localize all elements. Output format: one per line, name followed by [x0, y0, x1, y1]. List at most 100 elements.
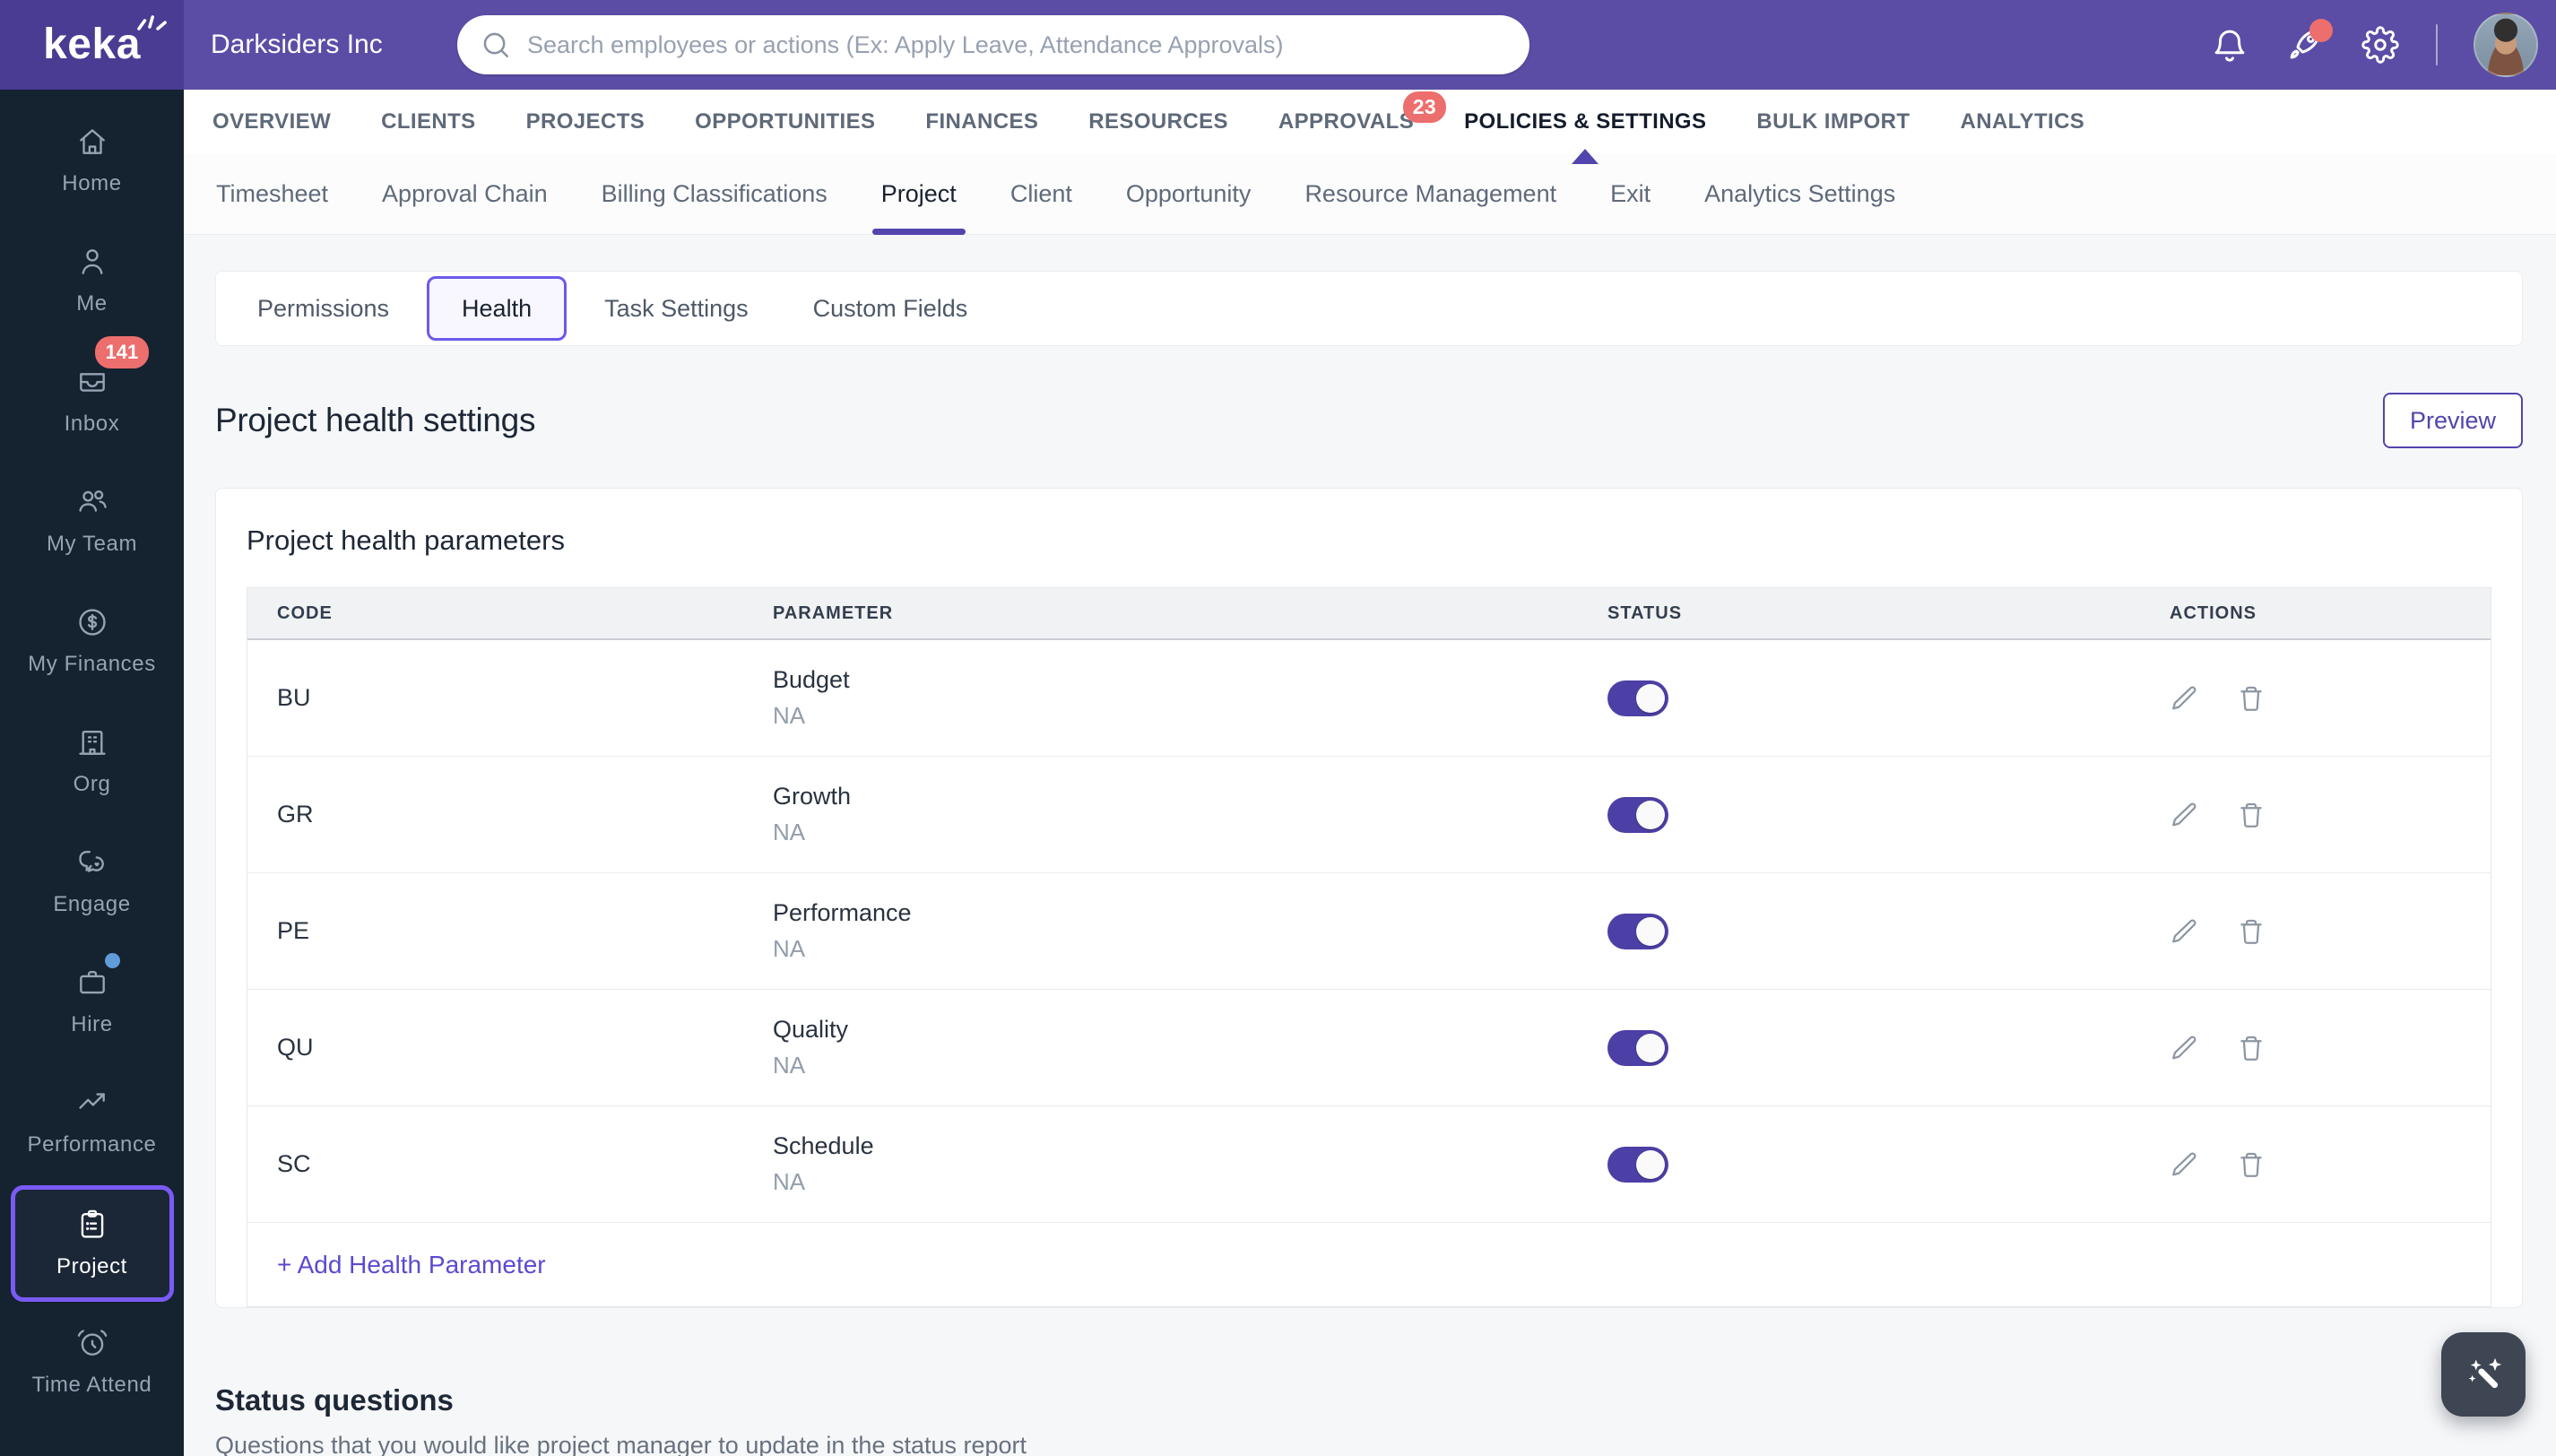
status-toggle[interactable]: [1607, 680, 1668, 716]
table-header: CODE PARAMETER STATUS ACTIONS: [247, 588, 2491, 640]
nav-item-bulk-import[interactable]: BULK IMPORT: [1731, 90, 1935, 154]
subnav-item-approval-chain[interactable]: Approval Chain: [355, 154, 575, 234]
subnav-item-opportunity[interactable]: Opportunity: [1099, 154, 1278, 234]
sidebar-item-label: My Finances: [28, 652, 156, 676]
nav-item-resources[interactable]: RESOURCES: [1063, 90, 1253, 154]
notification-dot: [2309, 19, 2333, 42]
status-toggle[interactable]: [1607, 1029, 1668, 1066]
tab-health[interactable]: Health: [427, 276, 568, 341]
main-nav: OVERVIEW CLIENTS PROJECTS OPPORTUNITIES …: [184, 90, 2556, 164]
sparkle-icon: [134, 5, 169, 32]
sidebar-item-label: Org: [73, 772, 111, 796]
sidebar-item-inbox[interactable]: 141 Inbox: [11, 336, 174, 446]
subnav-item-resource-management[interactable]: Resource Management: [1278, 154, 1583, 234]
preview-button[interactable]: Preview: [2383, 393, 2523, 448]
whats-new-button[interactable]: [2285, 19, 2333, 65]
param-name: Quality: [773, 1016, 849, 1043]
delete-icon[interactable]: [2236, 916, 2266, 947]
nav-item-finances[interactable]: FINANCES: [900, 90, 1063, 154]
project-icon: [75, 1208, 109, 1242]
edit-icon[interactable]: [2170, 1033, 2200, 1063]
param-name: Growth: [773, 783, 852, 810]
bell-icon: [2214, 30, 2245, 62]
active-nav-indicator: [1572, 149, 1599, 164]
edit-icon[interactable]: [2170, 1149, 2200, 1180]
sidebar-item-hire[interactable]: Hire: [11, 953, 174, 1047]
project-settings-tabs: Permissions Health Task Settings Custom Fie…: [215, 271, 2523, 346]
sidebar-item-label: Me: [76, 291, 108, 316]
health-parameters-card: Project health parameters CODE PARAMETER…: [215, 488, 2523, 1308]
sidebar-item-home[interactable]: Home: [11, 115, 174, 206]
sidebar-item-project[interactable]: Project: [10, 1185, 174, 1302]
sidebar-item-performance[interactable]: Performance: [11, 1076, 174, 1167]
tab-permissions[interactable]: Permissions: [225, 272, 421, 345]
nav-item-clients[interactable]: CLIENTS: [356, 90, 500, 154]
param-code: BU: [277, 684, 311, 711]
sidebar-item-label: Project: [56, 1254, 127, 1278]
subnav-item-exit[interactable]: Exit: [1583, 154, 1677, 234]
subnav-item-client[interactable]: Client: [983, 154, 1099, 234]
param-code: SC: [277, 1150, 311, 1177]
delete-icon[interactable]: [2236, 1149, 2266, 1180]
status-toggle[interactable]: [1607, 796, 1668, 833]
sidebar-item-my-team[interactable]: My Team: [11, 475, 174, 567]
nav-item-analytics[interactable]: ANALYTICS: [1935, 90, 2110, 154]
hire-notification-dot: [104, 953, 120, 968]
status-questions-subtitle: Questions that you would like project ma…: [215, 1432, 1027, 1456]
user-avatar[interactable]: [2474, 13, 2538, 77]
tab-task-settings[interactable]: Task Settings: [572, 272, 781, 345]
delete-icon[interactable]: [2236, 683, 2266, 714]
my-team-icon: [75, 485, 109, 519]
sidebar-item-label: Engage: [53, 892, 131, 916]
table-row: SC Schedule NA: [247, 1106, 2491, 1223]
column-header-actions: ACTIONS: [2170, 602, 2257, 623]
edit-icon[interactable]: [2170, 683, 2200, 714]
nav-item-overview[interactable]: OVERVIEW: [187, 90, 356, 154]
nav-item-approvals[interactable]: APPROVALS 23: [1253, 90, 1447, 154]
health-parameters-table: CODE PARAMETER STATUS ACTIONS BU Budget …: [247, 587, 2491, 1223]
delete-icon[interactable]: [2236, 1033, 2266, 1063]
param-sub-value: NA: [773, 935, 806, 962]
sidebar-item-time-attend[interactable]: Time Attend: [11, 1316, 174, 1408]
section-title: Project health parameters: [247, 524, 565, 556]
sidebar-item-org[interactable]: Org: [11, 715, 174, 807]
delete-icon[interactable]: [2236, 800, 2266, 830]
keka-logo[interactable]: keka: [0, 0, 184, 90]
param-code: PE: [277, 917, 310, 944]
page-title: Project health settings: [215, 402, 536, 438]
status-questions-title: Status questions: [215, 1383, 454, 1417]
param-name: Budget: [773, 666, 850, 693]
table-body: BU Budget NA GR Growth NA PE Performance…: [247, 640, 2491, 1223]
add-health-parameter-link[interactable]: + Add Health Parameter: [277, 1251, 546, 1279]
tab-custom-fields[interactable]: Custom Fields: [781, 272, 1001, 345]
search-input[interactable]: [527, 30, 1506, 59]
nav-item-projects[interactable]: PROJECTS: [501, 90, 671, 154]
subnav-item-billing-classifications[interactable]: Billing Classifications: [575, 154, 854, 234]
subnav-item-timesheet[interactable]: Timesheet: [189, 154, 355, 234]
edit-icon[interactable]: [2170, 916, 2200, 947]
subnav-item-analytics-settings[interactable]: Analytics Settings: [1677, 154, 1922, 234]
sidebar-item-engage[interactable]: Engage: [11, 836, 174, 927]
gear-icon: [2361, 26, 2399, 64]
subnav-item-project[interactable]: Project: [854, 154, 983, 235]
status-toggle[interactable]: [1607, 913, 1668, 949]
param-sub-value: NA: [773, 819, 806, 845]
me-icon: [75, 245, 109, 279]
edit-icon[interactable]: [2170, 800, 2200, 830]
sidebar-item-label: Time Attend: [31, 1373, 152, 1397]
status-questions-section: Status questions Questions that you woul…: [215, 1383, 2523, 1456]
status-toggle[interactable]: [1607, 1146, 1668, 1183]
notifications-button[interactable]: [2210, 25, 2249, 65]
sidebar-item-my-finances[interactable]: My Finances: [11, 595, 174, 687]
engage-icon: [75, 845, 109, 880]
sidebar: Home Me 141 Inbox My Team My Finances Or…: [0, 90, 184, 1456]
settings-button[interactable]: [2361, 25, 2400, 65]
sidebar-item-label: My Team: [46, 532, 138, 556]
sidebar-item-me[interactable]: Me: [11, 235, 174, 326]
magic-wand-button[interactable]: [2441, 1332, 2526, 1417]
nav-item-opportunities[interactable]: OPPORTUNITIES: [670, 90, 900, 154]
company-name[interactable]: Darksiders Inc: [211, 30, 383, 60]
nav-item-policies-settings[interactable]: POLICIES & SETTINGS: [1439, 90, 1731, 164]
inbox-count-badge: 141: [94, 336, 150, 368]
param-sub-value: NA: [773, 1168, 806, 1195]
